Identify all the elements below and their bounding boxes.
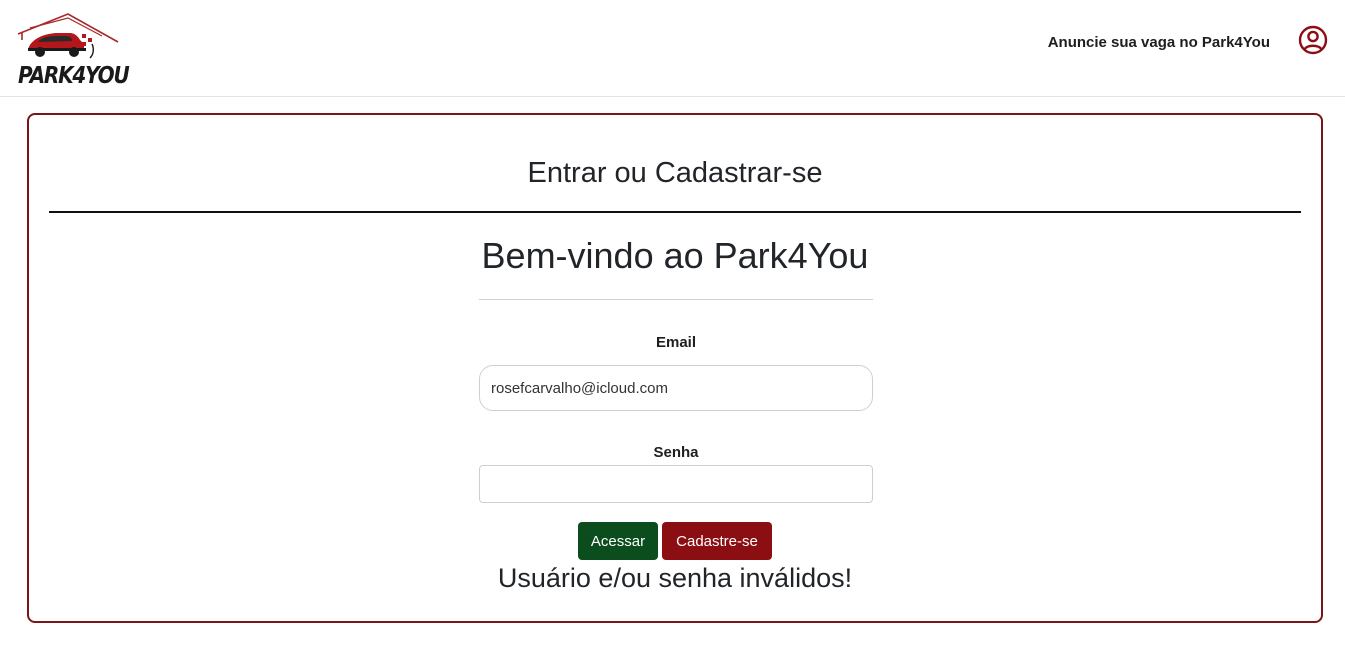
password-field[interactable] xyxy=(479,465,873,503)
password-label: Senha xyxy=(653,444,699,461)
email-label: Email xyxy=(655,334,697,351)
login-card: Entrar ou Cadastrar-se Bem-vindo ao Park… xyxy=(27,113,1323,623)
signup-button[interactable]: Cadastre-se xyxy=(662,522,772,560)
advertise-spot-link[interactable]: Anuncie sua vaga no Park4You xyxy=(1048,34,1270,51)
top-header: PARK4YOU Anuncie sua vaga no Park4You xyxy=(0,0,1345,97)
welcome-heading: Bem-vindo ao Park4You xyxy=(481,235,869,276)
park4you-logo[interactable]: PARK4YOU xyxy=(16,12,130,89)
card-title: Entrar ou Cadastrar-se xyxy=(527,157,823,189)
welcome-divider xyxy=(479,299,873,300)
house-car-logo-icon xyxy=(17,13,119,59)
logo-text: PARK4YOU xyxy=(18,61,130,89)
email-field[interactable] xyxy=(479,365,873,411)
card-divider xyxy=(49,211,1301,213)
login-button[interactable]: Acessar xyxy=(578,522,658,560)
error-message: Usuário e/ou senha inválidos! xyxy=(497,563,853,593)
user-circle-icon[interactable] xyxy=(1298,25,1328,55)
